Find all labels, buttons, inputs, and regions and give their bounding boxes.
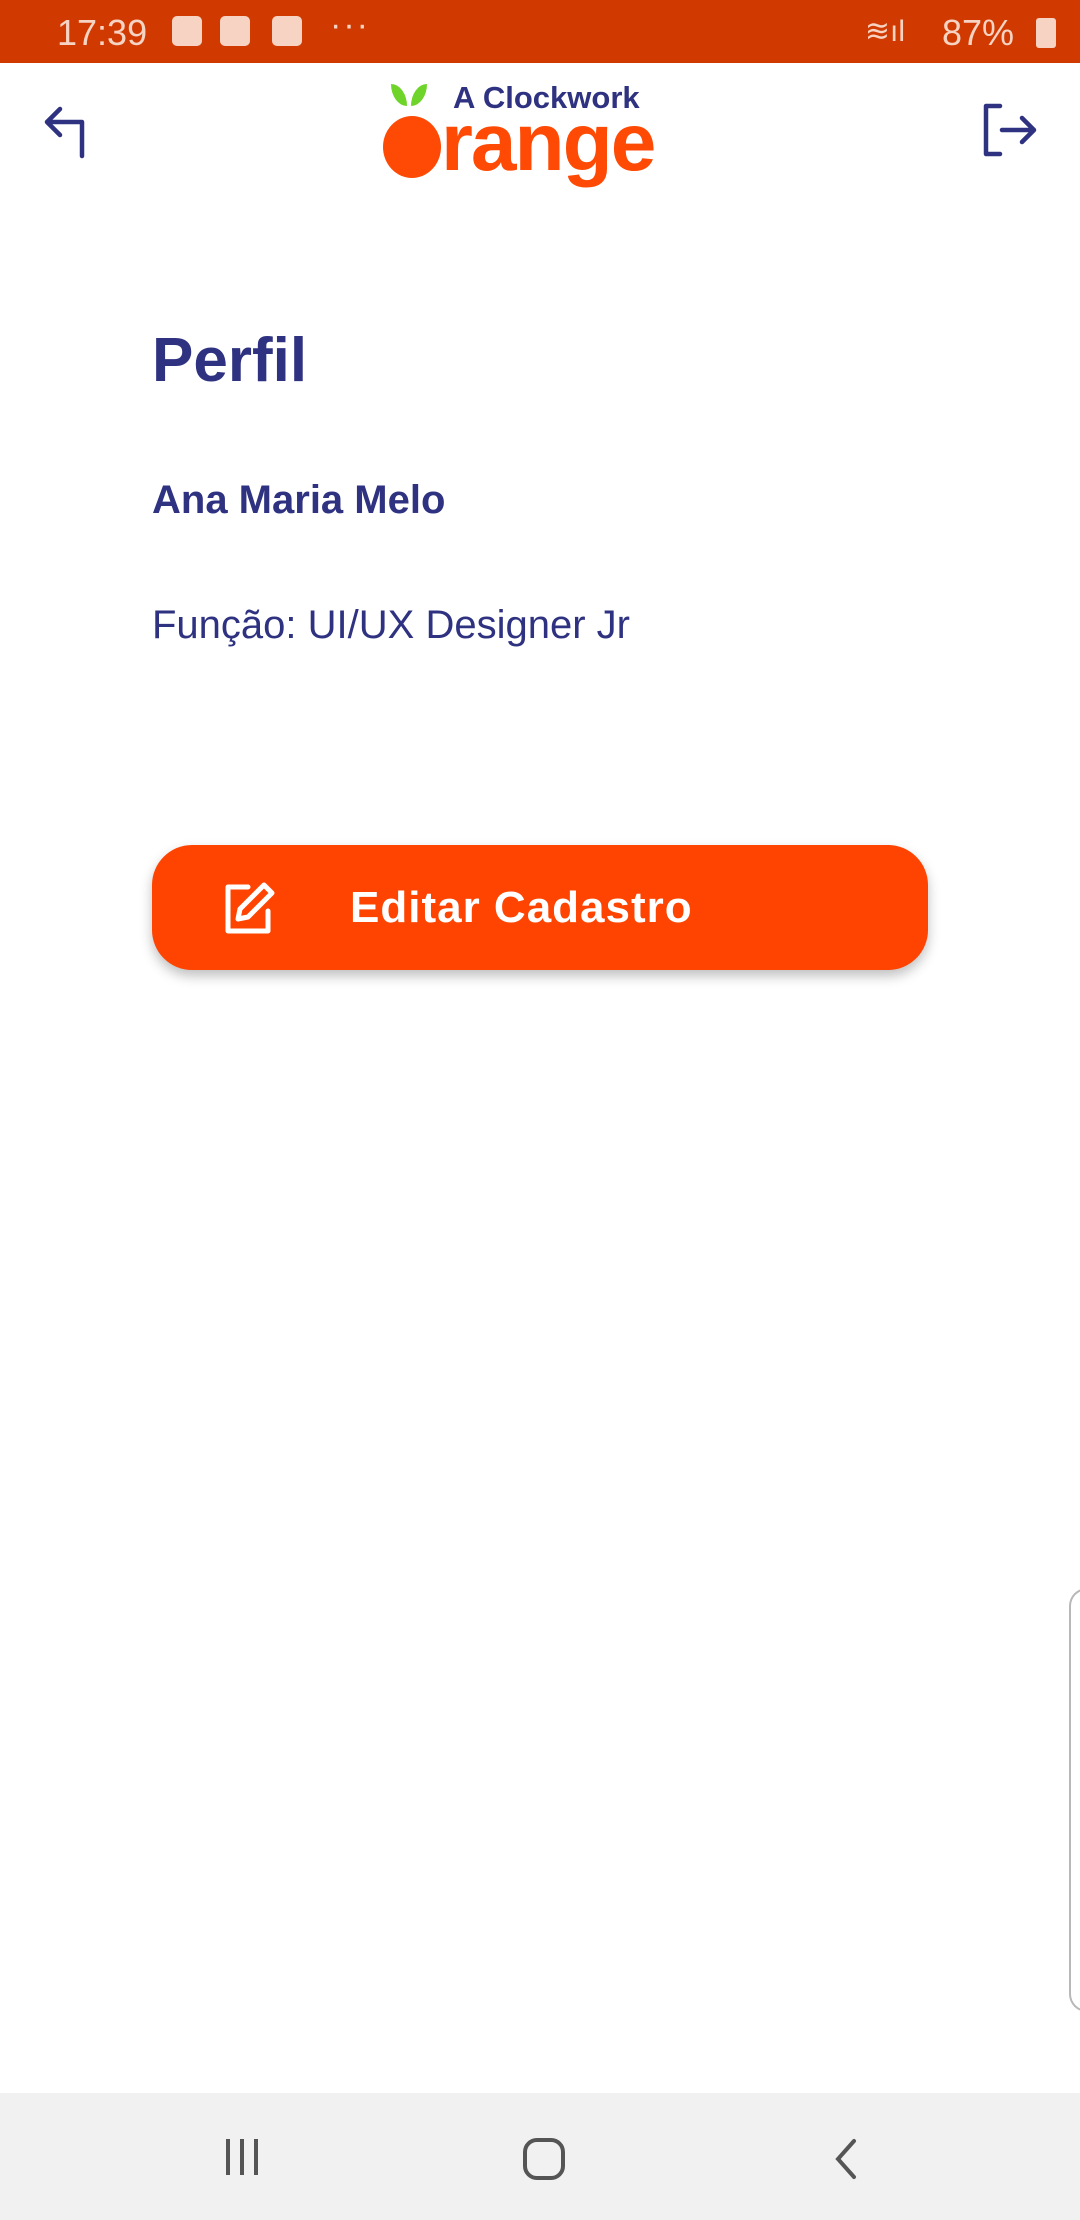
edge-panel-handle[interactable]	[1069, 1588, 1080, 2012]
leaf-icon	[391, 84, 407, 106]
logout-button[interactable]	[980, 100, 1040, 160]
system-navigation-bar	[0, 2093, 1080, 2220]
user-name: Ana Maria Melo	[152, 478, 446, 522]
more-icon: ···	[330, 6, 370, 44]
back-arrow-icon	[44, 106, 85, 159]
recent-apps-button[interactable]	[222, 2137, 262, 2177]
edit-icon	[225, 882, 275, 934]
sigma-icon	[220, 16, 250, 46]
page-title: Perfil	[152, 326, 308, 395]
status-bar: 17:39 ··· ≋ıl 87%	[0, 0, 1080, 63]
battery-level: 87%	[941, 12, 1014, 53]
edit-profile-label: Editar Cadastro	[350, 883, 693, 932]
user-role: Função: UI/UX Designer Jr	[152, 603, 630, 647]
wifi-icon: ≋ıl	[864, 15, 905, 48]
logout-icon	[983, 103, 1037, 157]
home-button[interactable]	[522, 2137, 566, 2181]
leaf-icon	[411, 84, 427, 106]
gallery-icon	[172, 16, 202, 46]
edit-profile-button[interactable]: Editar Cadastro	[152, 845, 928, 970]
back-button[interactable]	[40, 100, 100, 160]
app-logo: A Clockwork range	[383, 80, 683, 188]
mail-icon	[272, 16, 302, 46]
clock-icon	[383, 116, 441, 178]
battery-charging-icon	[1036, 18, 1056, 48]
back-nav-button[interactable]	[830, 2137, 862, 2181]
status-time: 17:39	[57, 12, 148, 53]
logo-title: range	[441, 97, 656, 188]
